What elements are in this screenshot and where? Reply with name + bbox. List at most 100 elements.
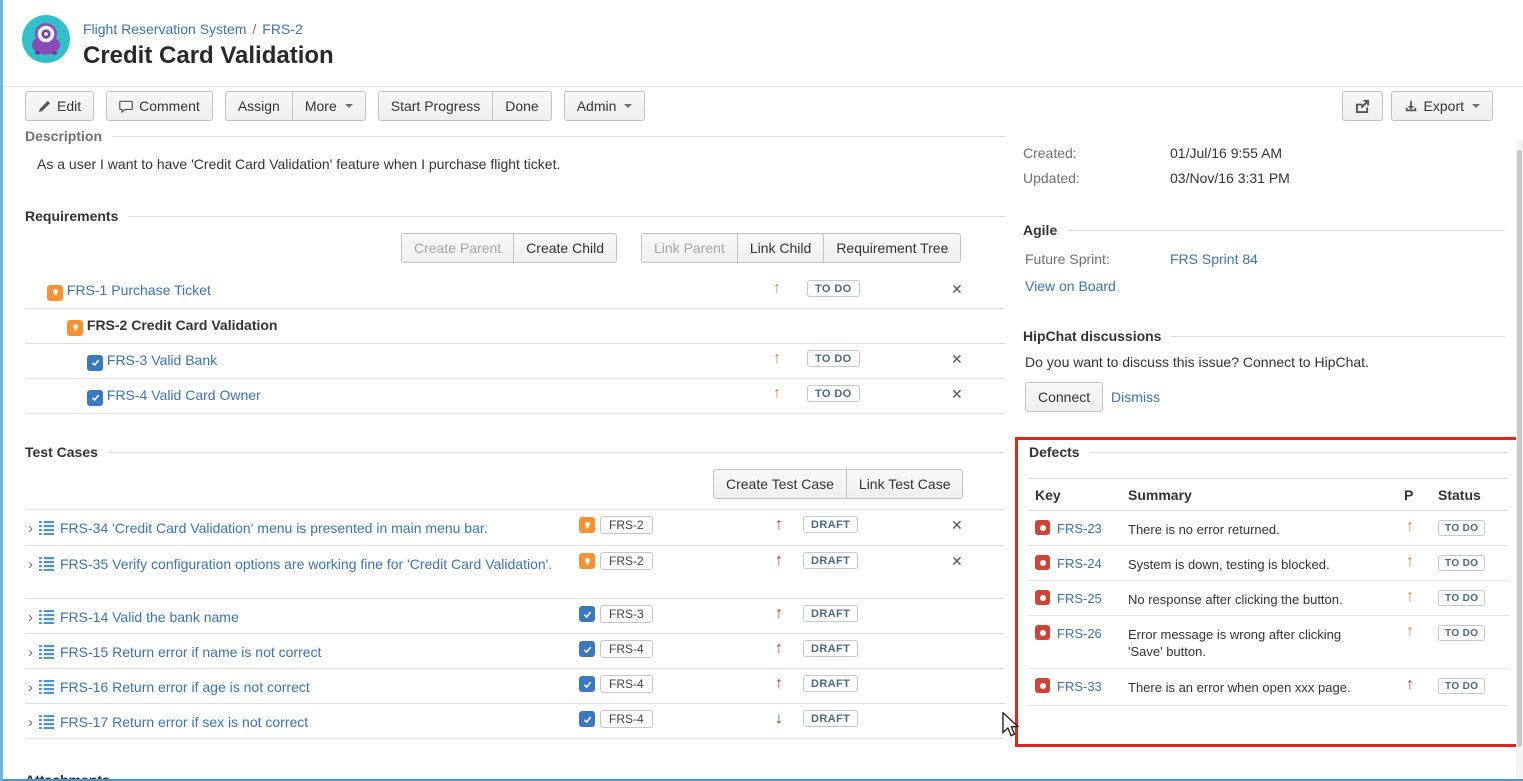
task-check-icon <box>87 390 103 406</box>
more-dropdown-button[interactable]: More <box>292 91 366 121</box>
created-value: 01/Jul/16 9:55 AM <box>1170 145 1282 161</box>
requirement-link[interactable]: FRS-3 Valid Bank <box>107 352 217 368</box>
status-badge: DRAFT <box>803 675 858 692</box>
share-button[interactable] <box>1342 91 1383 121</box>
requirement-text: FRS-2 Credit Card Validation <box>67 317 277 336</box>
link-child-button[interactable]: Link Child <box>737 233 824 263</box>
remove-link-button[interactable] <box>951 351 963 368</box>
defect-key-link[interactable]: FRS-33 <box>1057 679 1102 694</box>
requirement-key-chip[interactable]: FRS-2 <box>600 552 653 570</box>
expand-chevron-icon[interactable] <box>28 679 33 696</box>
toolbar: Edit Comment Assign More Start Progress … <box>3 86 1523 124</box>
breadcrumb-project-link[interactable]: Flight Reservation System <box>83 21 246 37</box>
view-on-board-link[interactable]: View on Board <box>1025 278 1116 294</box>
expand-chevron-icon[interactable] <box>28 714 33 731</box>
assign-button[interactable]: Assign <box>225 91 293 121</box>
project-avatar <box>22 15 70 63</box>
defect-row: FRS-25 No response after clicking the bu… <box>1027 581 1509 616</box>
hipchat-dismiss-link[interactable]: Dismiss <box>1111 389 1160 405</box>
breadcrumb-issue-link[interactable]: FRS-2 <box>262 21 302 37</box>
export-button-label: Export <box>1424 98 1464 114</box>
test-steps-icon <box>39 714 54 729</box>
pencil-icon <box>38 100 51 113</box>
comment-button[interactable]: Comment <box>106 91 213 121</box>
remove-link-button[interactable] <box>951 553 963 570</box>
defect-key-link[interactable]: FRS-25 <box>1057 591 1102 606</box>
requirement-row: FRS-3 Valid Bank TO DO <box>25 344 1005 379</box>
defect-key-link[interactable]: FRS-26 <box>1057 626 1102 641</box>
requirement-key-chip[interactable]: FRS-3 <box>600 605 653 623</box>
link-parent-label: Link Parent <box>654 240 725 256</box>
create-parent-button[interactable]: Create Parent <box>401 233 514 263</box>
admin-dropdown-button[interactable]: Admin <box>564 91 646 121</box>
priority-up-icon <box>773 281 781 297</box>
link-test-case-button[interactable]: Link Test Case <box>846 469 964 499</box>
expand-chevron-icon[interactable] <box>28 556 33 573</box>
created-label: Created: <box>1023 145 1170 161</box>
defect-summary: No response after clicking the button. <box>1128 591 1373 608</box>
future-sprint-link[interactable]: FRS Sprint 84 <box>1170 251 1258 267</box>
requirement-tree-button[interactable]: Requirement Tree <box>823 233 961 263</box>
defects-table-header: Key Summary P Status <box>1027 479 1509 511</box>
vertical-scrollbar-thumb[interactable] <box>1517 150 1522 747</box>
covered-requirement: FRS-2 <box>579 552 653 570</box>
requirements-link-group: Link Parent Link Child Requirement Tree <box>641 233 961 263</box>
test-steps-icon <box>39 520 54 535</box>
comment-button-label: Comment <box>139 98 200 114</box>
requirement-key-chip[interactable]: FRS-4 <box>600 675 653 693</box>
defect-key-link[interactable]: FRS-24 <box>1057 556 1102 571</box>
link-parent-button[interactable]: Link Parent <box>641 233 738 263</box>
requirements-heading: Requirements <box>25 208 1005 224</box>
hipchat-connect-button[interactable]: Connect <box>1025 382 1103 412</box>
start-progress-label: Start Progress <box>391 98 480 114</box>
edit-button[interactable]: Edit <box>25 91 94 121</box>
requirement-key-chip[interactable]: FRS-2 <box>600 516 653 534</box>
start-progress-button[interactable]: Start Progress <box>378 91 493 121</box>
expand-chevron-icon[interactable] <box>28 644 33 661</box>
done-button-label: Done <box>505 98 538 114</box>
bug-icon <box>1035 555 1050 570</box>
expand-chevron-icon[interactable] <box>28 520 33 537</box>
toolbar-right: Export <box>1342 91 1493 121</box>
status-badge: TO DO <box>807 385 860 402</box>
edit-button-label: Edit <box>57 98 81 114</box>
created-field: Created:01/Jul/16 9:55 AM <box>1023 145 1282 161</box>
column-header-key: Key <box>1035 487 1061 503</box>
create-child-button[interactable]: Create Child <box>513 233 617 263</box>
more-button-label: More <box>305 98 337 114</box>
requirement-text: FRS-1 Purchase Ticket <box>47 282 211 301</box>
future-sprint-label: Future Sprint: <box>1025 251 1170 267</box>
status-badge: DRAFT <box>803 605 858 622</box>
requirement-key-chip[interactable]: FRS-4 <box>600 710 653 728</box>
done-button[interactable]: Done <box>492 91 551 121</box>
remove-link-button[interactable] <box>951 517 963 534</box>
expand-chevron-icon[interactable] <box>28 609 33 626</box>
remove-link-button[interactable] <box>951 281 963 298</box>
priority-up-icon <box>775 517 783 533</box>
requirement-key-chip[interactable]: FRS-4 <box>600 640 653 658</box>
priority-down-icon <box>775 711 783 727</box>
create-test-case-button[interactable]: Create Test Case <box>713 469 847 499</box>
requirement-row: FRS-1 Purchase Ticket TO DO <box>25 274 1005 309</box>
status-badge: TO DO <box>1438 555 1485 571</box>
requirement-link[interactable]: FRS-1 Purchase Ticket <box>67 282 211 298</box>
test-case-link[interactable]: FRS-35 Verify configuration options are … <box>60 556 552 572</box>
test-case-link[interactable]: FRS-14 Valid the bank name <box>60 609 239 625</box>
requirement-link[interactable]: FRS-4 Valid Card Owner <box>107 387 261 403</box>
test-case-link[interactable]: FRS-34 'Credit Card Validation' menu is … <box>60 520 488 536</box>
test-case-link[interactable]: FRS-15 Return error if name is not corre… <box>60 644 321 660</box>
priority-up-icon <box>775 553 783 569</box>
defect-key-link[interactable]: FRS-23 <box>1057 521 1102 536</box>
test-case-link[interactable]: FRS-16 Return error if age is not correc… <box>60 679 310 695</box>
updated-value: 03/Nov/16 3:31 PM <box>1170 170 1290 186</box>
agile-heading: Agile <box>1023 222 1505 238</box>
speech-bubble-icon <box>119 100 133 113</box>
export-dropdown-button[interactable]: Export <box>1391 91 1493 121</box>
toolbar-left: Edit Comment Assign More Start Progress … <box>25 91 645 121</box>
requirement-row-current: FRS-2 Credit Card Validation <box>25 309 1005 344</box>
task-check-icon <box>579 641 595 657</box>
remove-link-button[interactable] <box>951 386 963 403</box>
download-icon <box>1404 99 1418 113</box>
test-case-link[interactable]: FRS-17 Return error if sex is not correc… <box>60 714 308 730</box>
test-case-buttons-group: Create Test Case Link Test Case <box>713 469 963 499</box>
